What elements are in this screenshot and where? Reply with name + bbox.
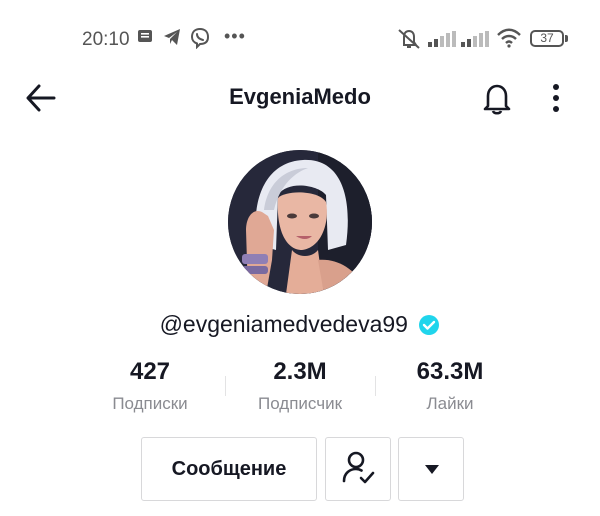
telegram-icon bbox=[164, 29, 180, 45]
status-time: 20:10 bbox=[82, 29, 130, 50]
stat-likes[interactable]: 63.3M Лайки bbox=[375, 358, 525, 414]
notification-icon bbox=[138, 30, 152, 42]
viber-icon bbox=[190, 27, 210, 49]
bell-icon[interactable] bbox=[478, 80, 516, 116]
stat-label: Лайки bbox=[426, 394, 474, 413]
status-bar: 20:10 ••• 37 bbox=[0, 0, 600, 78]
stat-label: Подписки bbox=[112, 394, 188, 413]
stat-value: 427 bbox=[129, 358, 171, 385]
signal-icon bbox=[428, 31, 456, 47]
username-row: @evgeniamedvedeva99 bbox=[0, 311, 600, 338]
stat-followers[interactable]: 2.3M Подписчик bbox=[225, 358, 375, 414]
avatar-image bbox=[228, 150, 372, 294]
stat-value: 63.3M bbox=[416, 358, 484, 385]
username: @evgeniamedvedeva99 bbox=[159, 311, 408, 337]
more-vertical-icon[interactable] bbox=[545, 80, 567, 116]
more-dots-icon: ••• bbox=[224, 26, 246, 46]
dropdown-button[interactable] bbox=[398, 437, 464, 501]
battery-icon: 37 bbox=[530, 30, 564, 47]
caret-down-icon bbox=[425, 465, 439, 474]
verified-badge-icon bbox=[419, 314, 440, 335]
signal-icon bbox=[461, 31, 489, 47]
wifi-icon bbox=[497, 28, 521, 48]
mute-icon bbox=[398, 29, 420, 49]
stat-following[interactable]: 427 Подписки bbox=[75, 358, 225, 414]
message-button[interactable]: Сообщение bbox=[141, 437, 317, 501]
stat-label: Подписчик bbox=[257, 394, 343, 413]
battery-tip bbox=[565, 35, 568, 42]
avatar[interactable] bbox=[228, 150, 372, 294]
profile-stats: 427 Подписки 2.3M Подписчик 63.3M Лайки bbox=[0, 358, 600, 418]
following-button[interactable] bbox=[325, 437, 391, 501]
profile-header: EvgeniaMedo bbox=[0, 78, 600, 118]
following-check-icon bbox=[342, 451, 375, 484]
stat-value: 2.3M bbox=[273, 358, 327, 385]
